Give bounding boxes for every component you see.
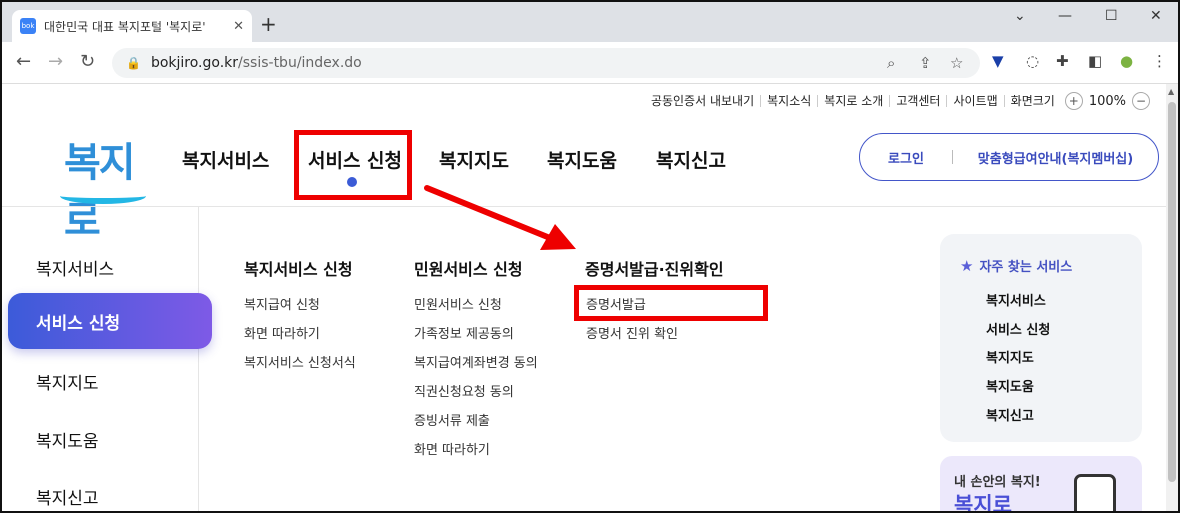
page-scrollbar[interactable]: ▲	[1166, 84, 1178, 511]
zoom-out-button[interactable]: −	[1132, 92, 1150, 110]
zoom-magnifier-icon[interactable]: ⌕	[887, 54, 895, 72]
menu-col-welfare-apply-title[interactable]: 복지서비스 신청	[244, 256, 353, 280]
browser-window: bok 대한민국 대표 복지포털 '복지로' ✕ + ⌄ — ☐ ✕ ← → ↻…	[0, 0, 1180, 513]
favorites-title-text: 자주 찾는 서비스	[979, 260, 1073, 275]
scroll-up-arrow-icon[interactable]: ▲	[1168, 87, 1174, 96]
url-path: /ssis-tbu/index.do	[238, 55, 362, 71]
menu-item[interactable]: 복지서비스 신청서식	[244, 352, 356, 371]
star-icon: ★	[960, 256, 974, 275]
lock-icon: 🔒	[126, 56, 141, 70]
browser-menu-icon[interactable]: ⋮	[1152, 52, 1167, 70]
menu-item[interactable]: 화면 따라하기	[414, 439, 490, 458]
gnb-welfare-service[interactable]: 복지서비스	[182, 146, 269, 173]
url-bar[interactable]: 🔒 bokjiro.go.kr /ssis-tbu/index.do ⌕ ⇪ ☆	[112, 48, 980, 78]
menu-item[interactable]: 민원서비스 신청	[414, 294, 502, 313]
site-logo[interactable]: 복지로	[60, 130, 150, 244]
tab-title: 대한민국 대표 복지포털 '복지로'	[44, 19, 206, 34]
logo-swoosh	[60, 188, 146, 204]
sidebar-item-welfare-map[interactable]: 복지지도	[36, 369, 99, 394]
menu-col-civil-apply-title[interactable]: 민원서비스 신청	[414, 256, 523, 280]
favorite-item[interactable]: 복지신고	[986, 405, 1034, 424]
window-close-icon[interactable]: ✕	[1150, 8, 1162, 24]
site-favicon-icon: bok	[20, 18, 36, 34]
favorite-item[interactable]: 복지도움	[986, 376, 1034, 395]
tab-search-chevron-icon[interactable]: ⌄	[1014, 8, 1026, 24]
scrollbar-thumb[interactable]	[1168, 102, 1176, 482]
sidebar-item-welfare-help[interactable]: 복지도움	[36, 427, 99, 452]
extension-v-icon[interactable]: ▼	[992, 52, 1004, 70]
url-host: bokjiro.go.kr	[150, 55, 239, 71]
profile-avatar-icon[interactable]: ●	[1120, 52, 1133, 70]
sidebar-item-service-apply[interactable]: 서비스 신청	[8, 293, 212, 349]
favorites-title: ★ 자주 찾는 서비스	[960, 256, 1073, 276]
util-news[interactable]: 복지소식	[760, 95, 817, 107]
share-icon[interactable]: ⇪	[919, 54, 932, 72]
sidebar-item-label: 서비스 신청	[36, 313, 121, 334]
utility-nav: 공동인증서 내보내기 복지소식 복지로 소개 고객센터 사이트맵 화면크기 + …	[645, 92, 1154, 110]
back-arrow-icon[interactable]: ←	[16, 51, 31, 72]
util-sitemap[interactable]: 사이트맵	[946, 95, 1003, 107]
browser-tab[interactable]: bok 대한민국 대표 복지포털 '복지로' ✕	[12, 10, 252, 42]
menu-item-certificate-verify[interactable]: 증명서 진위 확인	[586, 323, 678, 342]
menu-item[interactable]: 증빙서류 제출	[414, 410, 490, 429]
forward-arrow-icon[interactable]: →	[48, 51, 63, 72]
extensions-puzzle-icon[interactable]: ✚	[1056, 52, 1069, 70]
tab-bar: bok 대한민국 대표 복지포털 '복지로' ✕ + ⌄ — ☐ ✕	[2, 2, 1178, 42]
menu-item[interactable]: 화면 따라하기	[244, 323, 320, 342]
bookmark-star-icon[interactable]: ☆	[950, 54, 963, 72]
menu-item[interactable]: 복지급여계좌변경 동의	[414, 352, 538, 371]
header-cta-group: 로그인 맞춤형급여안내(복지멤버십)	[859, 133, 1159, 181]
favorite-item[interactable]: 서비스 신청	[986, 319, 1050, 338]
custom-benefit-button[interactable]: 맞춤형급여안내(복지멤버십)	[953, 148, 1158, 167]
highlight-box-certificate-issue	[574, 285, 768, 321]
header-divider	[2, 206, 1166, 207]
util-customer-center[interactable]: 고객센터	[889, 95, 946, 107]
menu-col-certificate-title[interactable]: 증명서발급·진위확인	[585, 256, 724, 280]
maximize-icon[interactable]: ☐	[1105, 8, 1118, 24]
zoom-in-button[interactable]: +	[1064, 92, 1083, 110]
side-panel-icon[interactable]: ◧	[1088, 52, 1102, 70]
menu-item[interactable]: 가족정보 제공동의	[414, 323, 514, 342]
menu-item[interactable]: 복지급여 신청	[244, 294, 320, 313]
promo-subtitle: 내 손안의 복지!	[954, 475, 1041, 490]
gnb-welfare-report[interactable]: 복지신고	[656, 146, 726, 173]
app-promo-banner[interactable]: 내 손안의 복지! 복지로	[940, 456, 1142, 513]
gnb-welfare-map[interactable]: 복지지도	[439, 146, 509, 173]
util-cert-export[interactable]: 공동인증서 내보내기	[645, 95, 760, 107]
highlight-box-service-apply	[294, 130, 412, 200]
favorite-item[interactable]: 복지서비스	[986, 290, 1046, 309]
close-tab-icon[interactable]: ✕	[233, 19, 244, 34]
reload-icon[interactable]: ↻	[80, 51, 95, 72]
favorite-item[interactable]: 복지지도	[986, 347, 1034, 366]
login-button[interactable]: 로그인	[860, 148, 952, 167]
address-toolbar: ← → ↻ 🔒 bokjiro.go.kr /ssis-tbu/index.do…	[2, 42, 1178, 84]
util-screen-size-label: 화면크기	[1003, 95, 1061, 107]
util-about[interactable]: 복지로 소개	[817, 95, 889, 107]
extension-mouse-icon[interactable]: ◌	[1026, 52, 1039, 70]
sidebar-item-welfare-report[interactable]: 복지신고	[36, 484, 99, 509]
promo-title: 복지로	[954, 493, 1012, 513]
sidebar-item-welfare-service[interactable]: 복지서비스	[36, 255, 114, 280]
new-tab-button[interactable]: +	[260, 12, 277, 36]
gnb-welfare-help[interactable]: 복지도움	[547, 146, 617, 173]
zoom-value: 100%	[1088, 93, 1126, 109]
phone-illustration-icon	[1074, 474, 1116, 511]
sidebar-divider	[198, 207, 199, 511]
menu-item[interactable]: 직권신청요청 동의	[414, 381, 514, 400]
minimize-icon[interactable]: —	[1058, 8, 1072, 24]
favorites-panel: ★ 자주 찾는 서비스 복지서비스 서비스 신청 복지지도 복지도움 복지신고	[940, 234, 1142, 442]
